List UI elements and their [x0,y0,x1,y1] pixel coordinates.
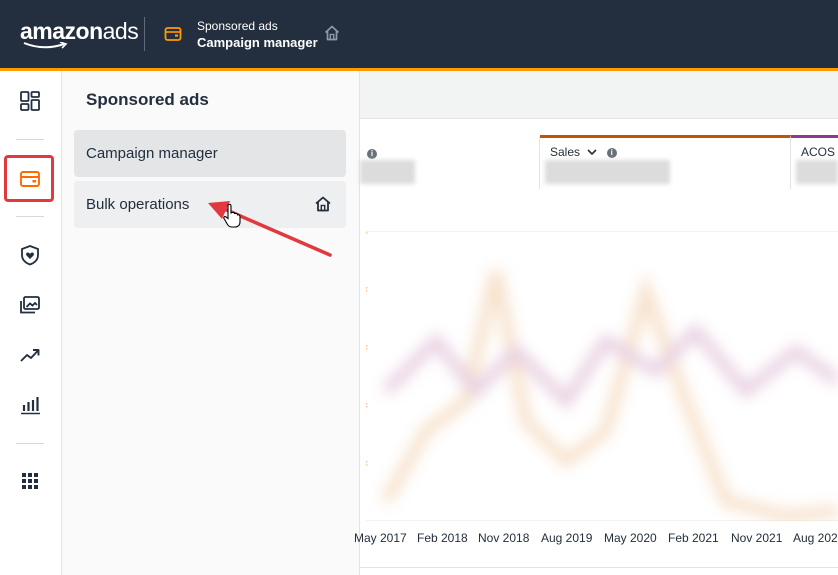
trending-up-icon[interactable] [18,343,42,367]
metric-value-redacted [360,160,415,184]
metric-value-redacted [796,160,838,184]
info-icon[interactable]: i [367,149,377,159]
rail-divider [16,443,44,444]
info-icon[interactable]: i [606,147,617,158]
main-content-area: i Sales i ACOS × × × × × May 2017 Feb 20… [354,71,838,575]
home-icon[interactable] [323,24,341,42]
chevron-down-icon[interactable] [587,148,597,156]
amazon-smile-icon [23,42,68,49]
breadcrumb-page[interactable]: Campaign manager [197,35,318,50]
top-navigation-bar: amazonads Sponsored ads Campaign manager [0,0,838,68]
x-axis-label: Feb 2021 [668,531,719,545]
logo-text-ads: ads [102,18,139,44]
hand-cursor-icon [223,203,241,228]
flyout-title: Sponsored ads [86,90,209,109]
rail-divider [16,216,44,217]
x-axis-label: Feb 2018 [417,531,468,545]
bar-chart-icon[interactable] [18,393,42,417]
topbar-divider [144,17,145,51]
menu-item-label: Bulk operations [86,196,190,213]
x-axis-label: Nov 2018 [478,531,530,545]
dashboard-icon[interactable] [18,89,42,113]
x-axis-label: Aug 2019 [541,531,593,545]
amazon-ads-logo[interactable]: amazonads [20,18,139,45]
logo-text-amazon: amazon [20,18,103,44]
media-library-icon[interactable] [18,293,42,317]
y-tick-mark: × [366,458,368,470]
breadcrumb-section[interactable]: Sponsored ads [197,19,278,33]
metric-label-sales[interactable]: Sales i [550,145,617,159]
x-axis-label: May 2017 [354,531,407,545]
metric-value-redacted [545,160,670,184]
y-tick-mark: × [366,342,368,354]
wallet-icon [164,27,182,41]
blurred-performance-chart: × × × × × [366,231,838,521]
y-tick-mark: × [366,231,368,238]
metric-card[interactable]: i [360,135,540,189]
chart-bottom-divider [360,567,838,568]
x-axis-label: May 2020 [604,531,657,545]
shield-heart-icon[interactable] [18,243,42,267]
metric-name: Sales [550,145,581,159]
rail-divider [16,139,44,140]
metric-card-acos[interactable]: ACOS [791,135,838,189]
metric-label-acos: ACOS [801,145,836,159]
content-header-strip [360,71,838,119]
metric-card-sales[interactable]: Sales i [540,135,791,189]
x-axis-label: Aug 2022 [793,531,838,545]
sponsored-ads-flyout-menu: Sponsored ads Campaign manager Bulk oper… [62,71,360,575]
menu-item-label: Campaign manager [86,145,218,162]
x-axis-label: Nov 2021 [731,531,783,545]
y-tick-mark: × [366,284,368,296]
wallet-icon[interactable] [18,167,42,191]
y-tick-mark: × [366,400,368,412]
annotation-arrow-icon [208,201,332,257]
menu-item-campaign-manager[interactable]: Campaign manager [74,130,346,177]
apps-grid-icon[interactable] [18,469,42,493]
left-navigation-rail [0,71,62,575]
